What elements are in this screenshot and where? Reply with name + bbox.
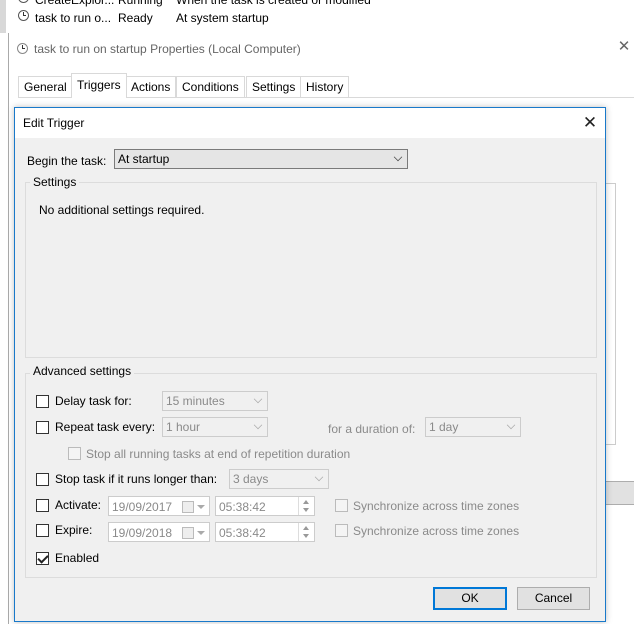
- chevron-down-icon: [197, 505, 205, 509]
- stop-all-checkbox[interactable]: [68, 447, 81, 460]
- cancel-button[interactable]: Cancel: [517, 587, 590, 610]
- chevron-down-icon: [393, 152, 403, 162]
- activate-checkbox[interactable]: [36, 499, 49, 512]
- duration-label: for a duration of:: [328, 422, 416, 436]
- repeat-task-value: 1 hour: [166, 420, 201, 434]
- close-icon[interactable]: ✕: [578, 111, 602, 135]
- stop-all-label: Stop all running tasks at end of repetit…: [86, 447, 351, 461]
- trigger-list-scrollbar[interactable]: [605, 183, 616, 445]
- activate-date-value: 19/09/2017: [112, 500, 173, 514]
- chevron-down-icon: [314, 472, 324, 482]
- expire-date-value: 19/09/2018: [112, 526, 173, 540]
- expire-sync-checkbox[interactable]: [335, 524, 348, 537]
- stop-longer-select[interactable]: 3 days: [229, 469, 329, 489]
- settings-legend: Settings: [30, 175, 80, 189]
- properties-title-text: task to run on startup Properties (Local…: [34, 42, 301, 56]
- chevron-down-icon: [197, 531, 205, 535]
- activate-time-field[interactable]: 05:38:42: [215, 496, 315, 516]
- edit-trigger-dialog: Edit Trigger ✕ Begin the task: At startu…: [14, 107, 606, 622]
- enabled-checkbox[interactable]: [36, 552, 49, 565]
- properties-close-icon[interactable]: ✕: [614, 37, 634, 57]
- activate-date-field[interactable]: 19/09/2017: [108, 496, 210, 516]
- task-status: Ready: [118, 11, 153, 25]
- tab-settings[interactable]: Settings: [246, 76, 302, 97]
- task-name: CreateExplor...: [35, 0, 115, 7]
- begin-task-value: At startup: [118, 152, 170, 166]
- tab-triggers[interactable]: Triggers: [71, 73, 127, 98]
- settings-text: No additional settings required.: [39, 203, 205, 217]
- stop-longer-checkbox[interactable]: [36, 473, 49, 486]
- edit-trigger-titlebar: Edit Trigger ✕: [15, 108, 605, 138]
- duration-select[interactable]: 1 day: [425, 417, 521, 437]
- tab-history[interactable]: History: [300, 76, 350, 97]
- delay-task-checkbox[interactable]: [36, 395, 49, 408]
- chevron-down-icon: [253, 394, 263, 404]
- spinner-icon[interactable]: [298, 497, 314, 515]
- enabled-label: Enabled: [55, 551, 100, 565]
- stop-longer-value: 3 days: [233, 472, 269, 486]
- calendar-icon: [182, 527, 194, 539]
- delay-task-value: 15 minutes: [166, 394, 225, 408]
- expire-date-field[interactable]: 19/09/2018: [108, 522, 210, 542]
- task-clock-icon: [18, 0, 29, 3]
- clock-icon: [17, 43, 28, 54]
- dialog-title: Edit Trigger: [23, 116, 85, 130]
- task-list: CreateExplor... Running When the task is…: [0, 0, 634, 33]
- expire-checkbox[interactable]: [36, 524, 49, 537]
- repeat-task-select[interactable]: 1 hour: [162, 417, 268, 437]
- chevron-down-icon: [506, 420, 516, 430]
- spinner-icon[interactable]: [298, 523, 314, 541]
- task-name: task to run o...: [35, 11, 112, 25]
- task-trigger: When the task is created or modified: [176, 0, 371, 7]
- task-row-createexplorer[interactable]: CreateExplor... Running When the task is…: [18, 0, 618, 8]
- repeat-task-checkbox[interactable]: [36, 421, 49, 434]
- task-status: Running: [118, 0, 163, 7]
- stop-longer-label: Stop task if it runs longer than:: [55, 472, 218, 486]
- tab-conditions[interactable]: Conditions: [176, 76, 245, 97]
- begin-task-select[interactable]: At startup: [114, 149, 408, 169]
- expire-time-field[interactable]: 05:38:42: [215, 522, 315, 542]
- tab-general[interactable]: General: [18, 76, 73, 97]
- properties-hidden-button[interactable]: [605, 481, 634, 505]
- tab-actions[interactable]: Actions: [125, 76, 177, 97]
- delay-task-select[interactable]: 15 minutes: [162, 391, 268, 411]
- repeat-task-label: Repeat task every:: [55, 420, 156, 434]
- activate-sync-checkbox[interactable]: [335, 499, 348, 512]
- expire-time-value: 05:38:42: [219, 526, 266, 540]
- ok-button[interactable]: OK: [433, 587, 507, 610]
- calendar-icon: [182, 501, 194, 513]
- task-clock-icon: [18, 10, 29, 21]
- expire-label: Expire:: [55, 523, 93, 537]
- chevron-down-icon: [253, 420, 263, 430]
- task-trigger: At system startup: [176, 11, 269, 25]
- properties-title: task to run on startup Properties (Local…: [17, 42, 301, 56]
- activate-time-value: 05:38:42: [219, 500, 266, 514]
- begin-task-label: Begin the task:: [27, 154, 107, 168]
- activate-sync-label: Synchronize across time zones: [353, 499, 520, 513]
- advanced-settings-legend: Advanced settings: [30, 364, 135, 378]
- expire-sync-label: Synchronize across time zones: [353, 524, 520, 538]
- task-list-left-bar: [0, 0, 6, 33]
- delay-task-label: Delay task for:: [55, 394, 132, 408]
- task-row-startup[interactable]: task to run o... Ready At system startup: [18, 10, 618, 26]
- duration-value: 1 day: [429, 420, 459, 434]
- activate-label: Activate:: [55, 498, 102, 512]
